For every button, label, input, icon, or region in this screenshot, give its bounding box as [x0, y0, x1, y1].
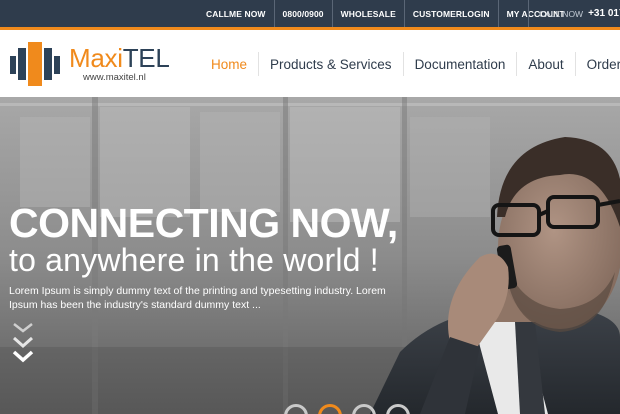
top-link-0800-0900[interactable]: 0800/0900: [275, 0, 333, 27]
logo-url: www.maxitel.nl: [83, 72, 146, 83]
site-header: MaxiTEL www.maxitel.nl Home Products & S…: [0, 30, 620, 97]
hero-subheadline: to anywhere in the world !: [9, 242, 379, 278]
slider-dot-active[interactable]: [318, 404, 342, 414]
nav-home[interactable]: Home: [200, 52, 258, 76]
logo-bars-icon: [10, 42, 62, 86]
call-now: CALL NOW +31 0172: [528, 0, 620, 27]
nav-products-services[interactable]: Products & Services: [258, 52, 403, 76]
top-bar: CALLME NOW 0800/0900 WHOLESALE CUSTOMERL…: [0, 0, 620, 27]
top-link-callme-now[interactable]: CALLME NOW: [198, 0, 275, 27]
nav-documentation[interactable]: Documentation: [402, 52, 517, 76]
logo-wordmark: MaxiTEL: [69, 43, 170, 73]
logo[interactable]: MaxiTEL www.maxitel.nl: [10, 42, 170, 86]
hero-body-text: Lorem Ipsum is simply dummy text of the …: [9, 285, 386, 311]
call-now-number[interactable]: +31 0172: [588, 8, 620, 19]
slider-dot[interactable]: [386, 404, 410, 414]
main-nav: Home Products & Services Documentation A…: [200, 52, 620, 76]
nav-about[interactable]: About: [516, 52, 574, 76]
top-link-customer-login[interactable]: CUSTOMERLOGIN: [405, 0, 499, 27]
hero-banner: CONNECTING NOW, to anywhere in the world…: [0, 97, 620, 414]
scroll-down-chevrons-icon[interactable]: [10, 320, 36, 366]
hero-headline: CONNECTING NOW,: [9, 200, 398, 246]
nav-order[interactable]: Order: [574, 52, 620, 76]
top-link-wholesale[interactable]: WHOLESALE: [333, 0, 405, 27]
slider-dot[interactable]: [284, 404, 308, 414]
slider-pagination: [284, 404, 410, 414]
call-now-label: CALL NOW: [539, 8, 584, 19]
slider-dot[interactable]: [352, 404, 376, 414]
top-links: CALLME NOW 0800/0900 WHOLESALE CUSTOMERL…: [198, 0, 573, 27]
